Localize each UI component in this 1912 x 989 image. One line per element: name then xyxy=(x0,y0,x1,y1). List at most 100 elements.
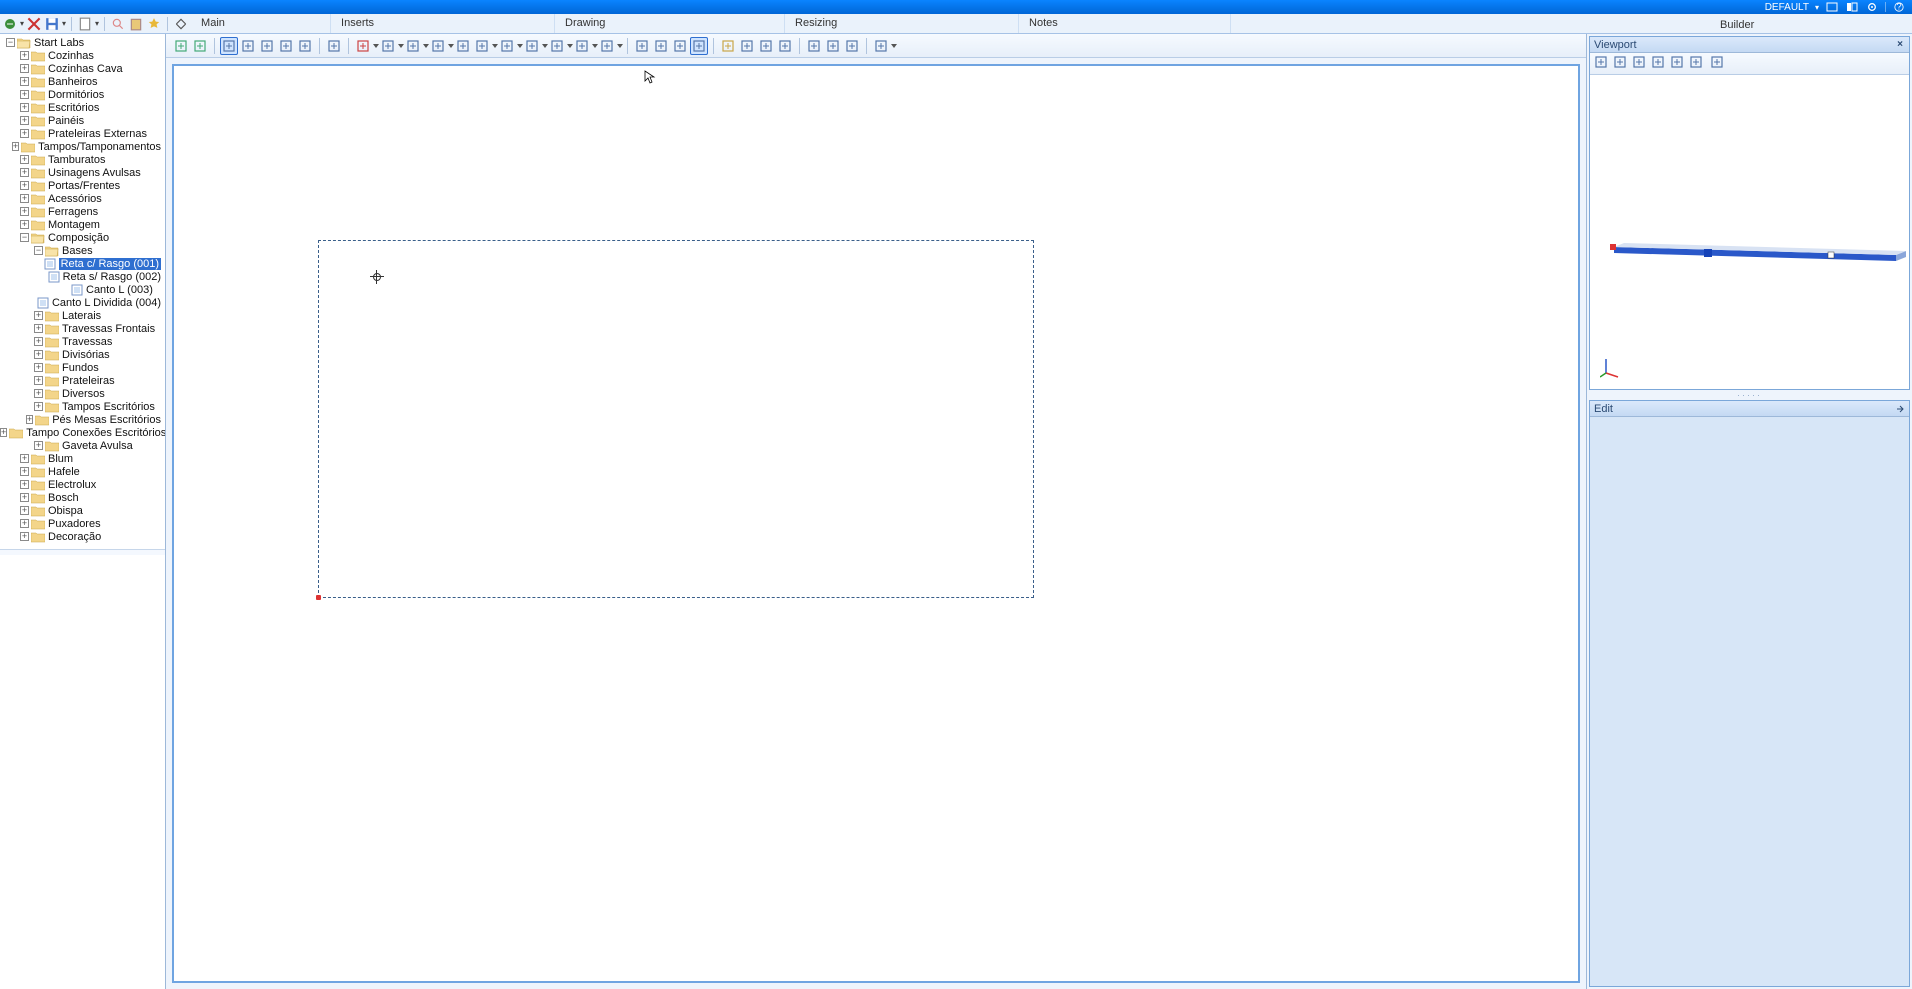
tree-row[interactable]: +Prateleiras xyxy=(0,374,165,387)
window-icon-2[interactable] xyxy=(1845,1,1859,13)
close-red-icon[interactable] xyxy=(26,16,42,32)
profile-dropdown-icon[interactable]: ▾ xyxy=(1815,3,1819,12)
tree-row[interactable]: Reta c/ Rasgo (001) xyxy=(0,257,165,270)
tab-notes[interactable]: Notes xyxy=(1019,14,1231,33)
dropdown-icon[interactable] xyxy=(448,37,453,55)
zoom-fit-icon[interactable] xyxy=(1632,55,1649,72)
zoom-fit-icon[interactable] xyxy=(277,37,295,55)
tree-row[interactable]: +Tampo Conexões Escritórios xyxy=(0,426,165,439)
tree-row[interactable]: +Electrolux xyxy=(0,478,165,491)
dropdown-icon[interactable]: ▾ xyxy=(20,19,24,28)
tree-row[interactable]: Canto L (003) xyxy=(0,283,165,296)
tree-row[interactable]: +Prateleiras Externas xyxy=(0,127,165,140)
view-cube-icon[interactable] xyxy=(1710,55,1727,72)
tree-row[interactable]: +Blum xyxy=(0,452,165,465)
tree-row[interactable]: +Escritórios xyxy=(0,101,165,114)
tab-resizing[interactable]: Resizing xyxy=(785,14,1019,33)
dropdown-icon[interactable] xyxy=(617,37,622,55)
tree-row[interactable]: +Acessórios xyxy=(0,192,165,205)
settings-gear-icon[interactable] xyxy=(1865,1,1879,13)
part-outline[interactable] xyxy=(318,240,1034,598)
tree-row[interactable]: +Obispa xyxy=(0,504,165,517)
tree-row[interactable]: +Decoração xyxy=(0,530,165,543)
tree-row[interactable]: +Ferragens xyxy=(0,205,165,218)
tree-row[interactable]: +Puxadores xyxy=(0,517,165,530)
insert4-icon[interactable] xyxy=(523,37,541,55)
angle-icon[interactable] xyxy=(548,37,566,55)
favorite-icon[interactable] xyxy=(146,16,162,32)
dropdown-icon[interactable] xyxy=(891,37,896,55)
tree-row[interactable]: +Laterais xyxy=(0,309,165,322)
dropdown-icon[interactable] xyxy=(398,37,403,55)
globe-back-icon[interactable] xyxy=(2,16,18,32)
edit-body[interactable] xyxy=(1590,417,1909,986)
expand-icon[interactable] xyxy=(173,16,189,32)
window-icon[interactable] xyxy=(872,37,890,55)
select-icon[interactable] xyxy=(1594,55,1611,72)
zoom-out-icon[interactable] xyxy=(296,37,314,55)
align-icon[interactable] xyxy=(404,37,422,55)
copy-icon[interactable] xyxy=(598,37,616,55)
dropdown-icon[interactable] xyxy=(592,37,597,55)
tab-drawing[interactable]: Drawing xyxy=(555,14,785,33)
zoom-in-icon[interactable] xyxy=(1670,55,1687,72)
grid-icon[interactable] xyxy=(652,37,670,55)
info-icon[interactable] xyxy=(776,37,794,55)
close-icon[interactable]: × xyxy=(1895,40,1905,50)
dropdown-icon[interactable] xyxy=(542,37,547,55)
dropdown-icon[interactable] xyxy=(492,37,497,55)
insert3-icon[interactable] xyxy=(498,37,516,55)
viewport-3d[interactable] xyxy=(1590,75,1909,389)
dropdown-icon[interactable]: ▾ xyxy=(95,19,99,28)
orbit-icon[interactable] xyxy=(1613,55,1630,72)
redo-icon[interactable] xyxy=(191,37,209,55)
tree-row[interactable]: Reta s/ Rasgo (002) xyxy=(0,270,165,283)
find-icon[interactable] xyxy=(110,16,126,32)
select-icon[interactable] xyxy=(220,37,238,55)
help-icon[interactable]: ? xyxy=(1892,1,1906,13)
undo-icon[interactable] xyxy=(172,37,190,55)
dropdown-icon[interactable] xyxy=(423,37,428,55)
edit-header[interactable]: Edit xyxy=(1590,401,1909,417)
tab-inserts[interactable]: Inserts xyxy=(331,14,555,33)
drawing-canvas[interactable] xyxy=(178,70,1574,977)
tree-splitter[interactable] xyxy=(0,549,165,555)
dim-icon[interactable] xyxy=(379,37,397,55)
box3d-icon[interactable] xyxy=(719,37,737,55)
tree-row[interactable]: +Hafele xyxy=(0,465,165,478)
tree-row[interactable]: +Dormitórios xyxy=(0,88,165,101)
image-icon[interactable] xyxy=(633,37,651,55)
panel-grip[interactable] xyxy=(1587,392,1912,398)
save-icon[interactable] xyxy=(44,16,60,32)
viewport-header[interactable]: Viewport × xyxy=(1590,37,1909,53)
tree-row[interactable]: +Fundos xyxy=(0,361,165,374)
zoom-out-icon[interactable] xyxy=(1651,55,1668,72)
pan-icon[interactable] xyxy=(1689,55,1706,72)
line-icon[interactable] xyxy=(573,37,591,55)
flag-icon[interactable] xyxy=(354,37,372,55)
dropdown-icon[interactable]: ▾ xyxy=(62,19,66,28)
tree-row[interactable]: −Composição xyxy=(0,231,165,244)
tree-row[interactable]: +Painéis xyxy=(0,114,165,127)
tab-builder[interactable]: Builder xyxy=(1710,16,1910,31)
dropdown-icon[interactable] xyxy=(567,37,572,55)
cylinder-icon[interactable] xyxy=(738,37,756,55)
tree-row[interactable]: +Bosch xyxy=(0,491,165,504)
tree-row[interactable]: +Tamburatos xyxy=(0,153,165,166)
tab-main[interactable]: Main xyxy=(191,14,331,33)
window-icon-1[interactable] xyxy=(1825,1,1839,13)
col2-icon[interactable] xyxy=(690,37,708,55)
tree-row[interactable]: +Portas/Frentes xyxy=(0,179,165,192)
tree-row[interactable]: −Bases xyxy=(0,244,165,257)
tree-row[interactable]: +Tampos/Tamponamentos xyxy=(0,140,165,153)
panel-icon[interactable] xyxy=(757,37,775,55)
rect-icon[interactable] xyxy=(429,37,447,55)
tree-row[interactable]: +Gaveta Avulsa xyxy=(0,439,165,452)
page-icon[interactable] xyxy=(325,37,343,55)
dropdown-icon[interactable] xyxy=(373,37,378,55)
tree-row[interactable]: +Cozinhas Cava xyxy=(0,62,165,75)
zoom-in-icon[interactable] xyxy=(258,37,276,55)
tree-row[interactable]: −Start Labs xyxy=(0,36,165,49)
tag-icon[interactable] xyxy=(843,37,861,55)
layers-icon[interactable] xyxy=(824,37,842,55)
